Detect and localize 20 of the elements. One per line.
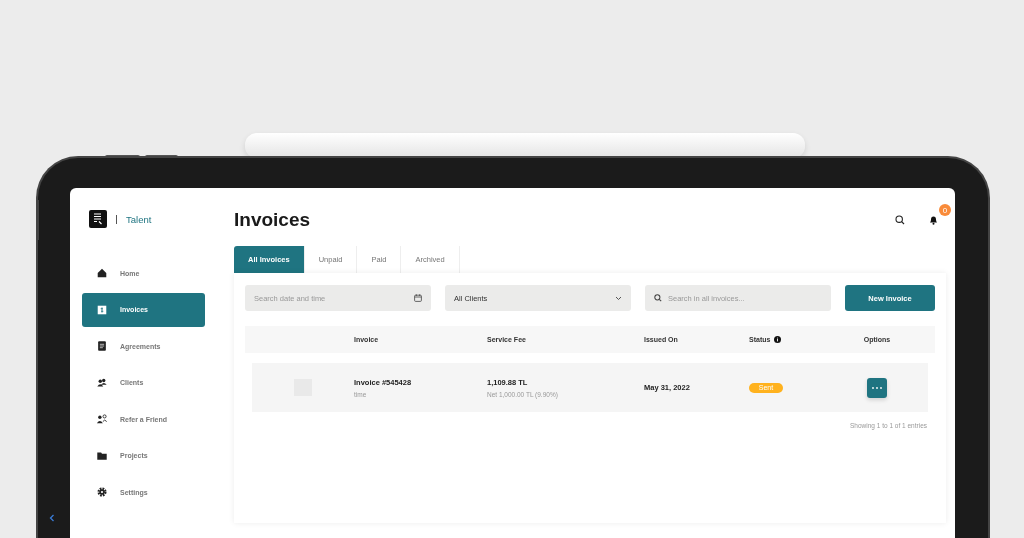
- refer-icon: [96, 413, 108, 425]
- home-icon: [96, 267, 108, 279]
- bell-icon: [928, 215, 938, 225]
- chevron-down-icon: [615, 295, 622, 301]
- page-title: Invoices: [234, 209, 312, 231]
- options-button[interactable]: [867, 377, 887, 398]
- people-icon: [96, 376, 108, 389]
- search-icon: [654, 294, 662, 302]
- notification-count: 0: [939, 204, 951, 216]
- gear-icon: [96, 486, 108, 498]
- document-icon: [96, 340, 108, 352]
- logo-icon: [89, 210, 107, 228]
- search-icon: [895, 215, 905, 225]
- calendar-icon: [414, 294, 422, 302]
- notifications-button[interactable]: [927, 214, 939, 226]
- invoice-icon: [96, 303, 108, 316]
- chevron-left-icon: [49, 514, 55, 522]
- more-icon: [872, 386, 882, 389]
- info-icon: [774, 336, 782, 343]
- brand-name: Talent: [126, 213, 152, 225]
